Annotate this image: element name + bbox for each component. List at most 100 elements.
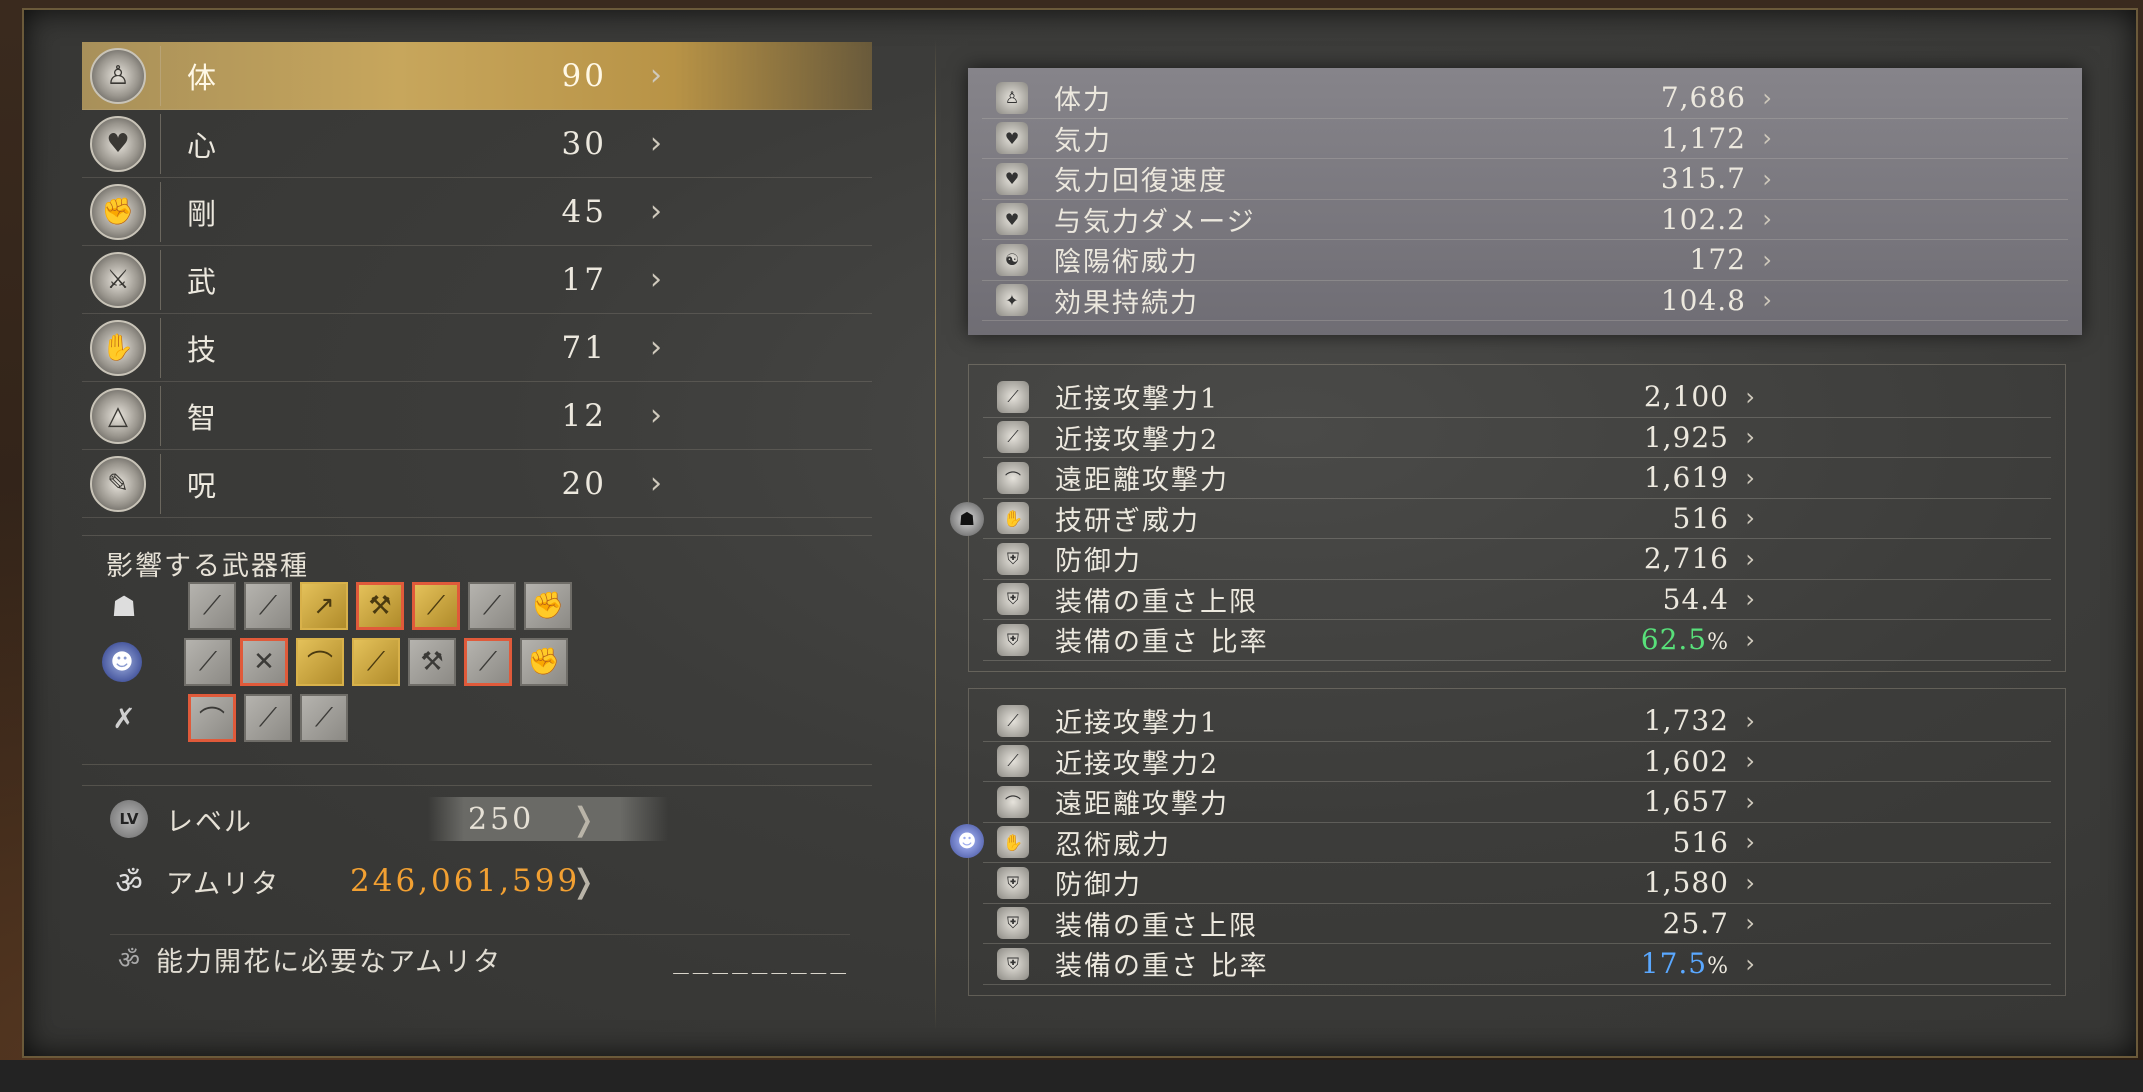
- chevron-right-icon[interactable]: ›: [1745, 788, 1755, 816]
- chevron-right-icon[interactable]: ›: [1745, 747, 1755, 775]
- bow-weapon-icon[interactable]: ⌒: [188, 694, 236, 742]
- chevron-right-icon[interactable]: ›: [1745, 423, 1755, 451]
- samurai-stat-row[interactable]: ⟋ 近接攻撃力2 1,925 ›: [983, 418, 2051, 458]
- chevron-right-icon[interactable]: ›: [650, 262, 662, 297]
- general-stat-row[interactable]: ✦ 効果持続力 104.8 ›: [982, 281, 2068, 321]
- attribute-row[interactable]: ⚔ 武 17 ›: [82, 246, 872, 314]
- general-stat-row[interactable]: ♙ 体力 7,686 ›: [982, 78, 2068, 119]
- chevron-right-icon[interactable]: ›: [1745, 909, 1755, 937]
- stat-value: 1,619: [1643, 461, 1729, 495]
- general-stat-row[interactable]: ☯ 陰陽術威力 172 ›: [982, 240, 2068, 281]
- stat-icon: ⟋: [997, 745, 1029, 778]
- general-stat-row[interactable]: ♥ 気力回復速度 315.7 ›: [982, 159, 2068, 200]
- chevron-right-icon[interactable]: ›: [1745, 869, 1755, 897]
- ninja-stat-row[interactable]: ⛨ 装備の重さ 比率 17.5% ›: [983, 944, 2051, 985]
- stat-name: 装備の重さ上限: [1055, 910, 1258, 942]
- chevron-right-icon[interactable]: ›: [650, 330, 662, 365]
- chevron-right-icon[interactable]: ›: [1762, 286, 1772, 314]
- stat-name: 近接攻撃力1: [1055, 708, 1220, 740]
- spear-icon[interactable]: ↗: [300, 582, 348, 630]
- samurai-stats-panel: ⟋ 近接攻撃力1 2,100 › ⟋ 近接攻撃力2 1,925 › ⌒ 遠距離攻撃力 1,619 › ✋…: [968, 364, 2066, 672]
- stat-icon: ⌒: [997, 785, 1029, 818]
- dual-sword-icon[interactable]: ⟋: [244, 582, 292, 630]
- stat-value: 102.2: [1660, 202, 1746, 236]
- tachi-icon[interactable]: ⟋: [184, 638, 232, 686]
- odachi-icon[interactable]: ⟋: [352, 638, 400, 686]
- attribute-name: 心: [187, 128, 219, 163]
- attribute-row[interactable]: ✋ 技 71 ›: [82, 314, 872, 382]
- chevron-right-icon[interactable]: ›: [1745, 504, 1755, 532]
- ninja-stat-row[interactable]: ⟋ 近接攻撃力1 1,732 ›: [983, 701, 2051, 742]
- chevron-right-icon[interactable]: ›: [1762, 205, 1772, 233]
- splitstaff-icon[interactable]: ⟋: [464, 638, 512, 686]
- samurai-stat-row[interactable]: ✋ 技研ぎ威力 516 ›: [983, 499, 2051, 539]
- amrita-label: アムリタ: [166, 868, 281, 900]
- general-stat-row[interactable]: ♥ 与気力ダメージ 102.2 ›: [982, 200, 2068, 240]
- stat-icon: ⟋: [997, 421, 1029, 454]
- chevron-right-icon[interactable]: ›: [1745, 950, 1755, 978]
- odachi-icon[interactable]: ⟋: [412, 582, 460, 630]
- stat-name: 装備の重さ 比率: [1055, 627, 1269, 659]
- attribute-row[interactable]: △ 智 12 ›: [82, 382, 872, 450]
- ninja-stat-row[interactable]: ⛨ 装備の重さ上限 25.7 ›: [983, 904, 2051, 944]
- chevron-right-icon[interactable]: ›: [1745, 464, 1755, 492]
- chevron-right-icon[interactable]: ›: [1745, 585, 1755, 613]
- attribute-value: 90: [561, 57, 607, 94]
- chevron-right-icon[interactable]: ›: [1745, 707, 1755, 735]
- samurai-stat-row[interactable]: ⌒ 遠距離攻撃力 1,619 ›: [983, 458, 2051, 499]
- general-stat-row[interactable]: ♥ 気力 1,172 ›: [982, 119, 2068, 159]
- level-arrow-icon: ❭: [570, 800, 597, 838]
- stat-name: 与気力ダメージ: [1054, 206, 1256, 238]
- stat-value: 54.4: [1662, 582, 1729, 616]
- ninja-stat-row[interactable]: ⌒ 遠距離攻撃力 1,657 ›: [983, 782, 2051, 823]
- chevron-right-icon[interactable]: ›: [1745, 545, 1755, 573]
- axe-icon[interactable]: ⚒: [356, 582, 404, 630]
- samurai-stat-row[interactable]: ⛨ 防御力 2,716 ›: [983, 539, 2051, 580]
- stat-name: 陰陽術威力: [1054, 247, 1199, 279]
- amrita-value: 246,061,599: [350, 863, 581, 899]
- tonfa-icon[interactable]: ✊: [524, 582, 572, 630]
- affected-weapons-title: 影響する武器種: [106, 551, 309, 582]
- attribute-row[interactable]: ✊ 剛 45 ›: [82, 178, 872, 246]
- chevron-right-icon[interactable]: ›: [650, 58, 662, 93]
- weapon-type-row: ☻ ⟋ ✕ ⌒ ⟋ ⚒ ⟋ ✊: [102, 636, 576, 688]
- skill-icon: ✋: [90, 319, 146, 376]
- kusarigama-icon[interactable]: ⟋: [468, 582, 516, 630]
- rifle-icon[interactable]: ⟋: [244, 694, 292, 742]
- ninja-stat-row[interactable]: ⛨ 防御力 1,580 ›: [983, 863, 2051, 904]
- stat-value: 1,657: [1643, 785, 1729, 819]
- chevron-right-icon[interactable]: ›: [1762, 124, 1772, 152]
- hatchets-icon[interactable]: ⚒: [408, 638, 456, 686]
- chevron-right-icon[interactable]: ›: [1762, 246, 1772, 274]
- stat-name: 効果持続力: [1054, 287, 1199, 319]
- heart-icon: ♥: [90, 115, 146, 172]
- stat-icon: ⛨: [997, 947, 1029, 980]
- samurai-stat-row[interactable]: ⛨ 装備の重さ上限 54.4 ›: [983, 580, 2051, 620]
- attribute-row[interactable]: ♙ 体 90 ›: [82, 42, 872, 110]
- stat-value: 2,716: [1643, 542, 1729, 576]
- samurai-stat-row[interactable]: ⟋ 近接攻撃力1 2,100 ›: [983, 377, 2051, 418]
- level-row[interactable]: LV レベル 250 ❭: [110, 794, 850, 844]
- attribute-icon-wrap: ⚔: [82, 248, 154, 312]
- katana-icon[interactable]: ⟋: [188, 582, 236, 630]
- stat-name: 近接攻撃力2: [1055, 424, 1220, 456]
- attribute-row[interactable]: ✎ 呪 20 ›: [82, 450, 872, 518]
- kusarigama-icon[interactable]: ⌒: [296, 638, 344, 686]
- chevron-right-icon[interactable]: ›: [650, 466, 662, 501]
- ninja-stat-row[interactable]: ✋ 忍術威力 516 ›: [983, 823, 2051, 863]
- samurai-stat-row[interactable]: ⛨ 装備の重さ 比率 62.5% ›: [983, 620, 2051, 661]
- chevron-right-icon[interactable]: ›: [1762, 165, 1772, 193]
- chevron-right-icon[interactable]: ›: [1745, 626, 1755, 654]
- chevron-right-icon[interactable]: ›: [1745, 383, 1755, 411]
- chevron-right-icon[interactable]: ›: [1762, 84, 1772, 112]
- chevron-right-icon[interactable]: ›: [650, 398, 662, 433]
- required-amrita-value: _________: [673, 944, 850, 975]
- ninja-stat-row[interactable]: ⟋ 近接攻撃力2 1,602 ›: [983, 742, 2051, 782]
- attribute-row[interactable]: ♥ 心 30 ›: [82, 110, 872, 178]
- chevron-right-icon[interactable]: ›: [1745, 828, 1755, 856]
- chevron-right-icon[interactable]: ›: [650, 194, 662, 229]
- chevron-right-icon[interactable]: ›: [650, 126, 662, 161]
- fists-icon[interactable]: ✊: [520, 638, 568, 686]
- switchglaive-icon[interactable]: ✕: [240, 638, 288, 686]
- hand-cannon-icon[interactable]: ⟋: [300, 694, 348, 742]
